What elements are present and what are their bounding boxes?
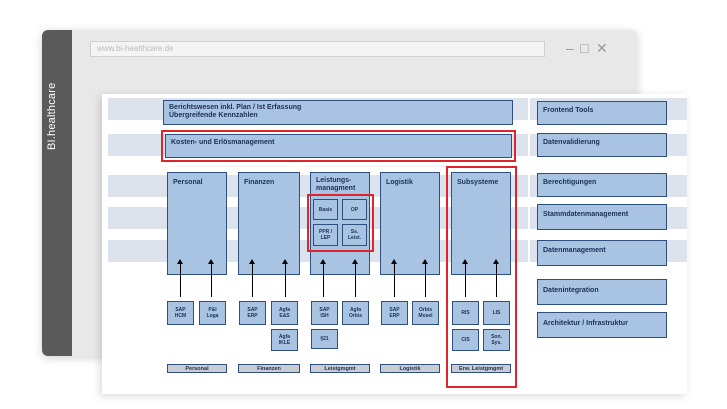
column-logistik-title: Logistik xyxy=(386,179,413,186)
arrow-line xyxy=(252,263,253,297)
column-personal: Personal xyxy=(167,172,227,275)
footer-finanzen: Finanzen xyxy=(238,364,300,373)
right-datenintegration-label: Datenintegration xyxy=(543,287,599,294)
right-datenvalidierung-label: Datenvalidierung xyxy=(543,139,600,146)
brand-logo: BI.healthcare xyxy=(46,82,58,150)
right-frontend-tools: Frontend Tools xyxy=(537,101,667,125)
arrow-up-icon xyxy=(493,259,499,264)
source-sap-ish: SAP ISH xyxy=(311,301,338,325)
maximize-icon[interactable]: □ xyxy=(580,40,588,56)
arrow-line xyxy=(425,263,426,297)
highlight-cost-revenue xyxy=(161,130,516,162)
source-cis: CIS xyxy=(452,329,479,351)
arrow-up-icon xyxy=(352,259,358,264)
arrow-up-icon xyxy=(462,259,468,264)
column-logistik: Logistik xyxy=(380,172,440,275)
arrow-line xyxy=(496,263,497,297)
footer-subsysteme: Erw. Leistgmgmt xyxy=(451,364,511,373)
arrow-line xyxy=(180,263,181,297)
reporting-box: Berichtswesen inkl. Plan / Ist Erfassung… xyxy=(163,100,513,125)
arrow-up-icon xyxy=(177,259,183,264)
arrow-up-icon xyxy=(391,259,397,264)
arrow-line xyxy=(394,263,395,297)
arrow-up-icon xyxy=(249,259,255,264)
right-datenmanagement-label: Datenmanagement xyxy=(543,247,606,254)
right-architektur: Architektur / Infrastruktur xyxy=(537,312,667,338)
reporting-line-1: Berichtswesen inkl. Plan / Ist Erfassung xyxy=(169,104,302,111)
highlight-leistung-modules xyxy=(307,194,374,252)
source-orbis-mosel: Orbis Mosel xyxy=(412,301,439,325)
right-datenvalidierung: Datenvalidierung xyxy=(537,133,667,157)
source-ris: RIS xyxy=(452,301,479,325)
column-leistung-title: Leistungs- managment xyxy=(316,177,356,192)
footer-leistung: Leistgmgmt xyxy=(310,364,370,373)
source-logistik-sap-erp: SAP ERP xyxy=(381,301,408,325)
arrow-line xyxy=(355,263,356,297)
arrow-up-icon xyxy=(208,259,214,264)
source-agfa-orbis: Agfa Orbis xyxy=(342,301,369,325)
right-berechtigungen-label: Berechtigungen xyxy=(543,179,597,186)
source-son-sys: Son. Sys. xyxy=(483,329,510,351)
reporting-line-2: Übergreifende Kennzahlen xyxy=(169,112,258,119)
right-datenintegration: Datenintegration xyxy=(537,279,667,305)
footer-logistik: Logistik xyxy=(380,364,440,373)
source-sap-erp: SAP ERP xyxy=(239,301,266,325)
source-p21: §21 xyxy=(311,329,338,349)
column-finanzen: Finanzen xyxy=(238,172,300,275)
close-icon[interactable]: ✕ xyxy=(596,40,608,56)
arrow-up-icon xyxy=(282,259,288,264)
right-berechtigungen: Berechtigungen xyxy=(537,173,667,197)
footer-personal: Personal xyxy=(167,364,227,373)
arrow-line xyxy=(285,263,286,297)
source-sap-hcm: SAP HCM xyxy=(167,301,194,325)
source-pi-loga: P&I Loga xyxy=(199,301,226,325)
column-finanzen-title: Finanzen xyxy=(244,179,275,186)
address-bar[interactable]: www.bi-healthcare.de xyxy=(90,41,545,57)
arrow-line xyxy=(211,263,212,297)
source-agfa-es: Agfa E&S xyxy=(271,301,298,325)
highlight-subsysteme xyxy=(446,166,517,388)
right-datenmanagement: Datenmanagement xyxy=(537,240,667,266)
arrow-line xyxy=(465,263,466,297)
arrow-up-icon xyxy=(320,259,326,264)
right-stammdatenmanagement: Stammdatenmanagement xyxy=(537,204,667,230)
minimize-icon[interactable]: – xyxy=(566,40,574,56)
column-personal-title: Personal xyxy=(173,179,203,186)
right-architektur-label: Architektur / Infrastruktur xyxy=(543,320,628,327)
source-lis: LIS xyxy=(483,301,510,325)
source-agfa-ikle: Agfa IKLE xyxy=(271,329,298,351)
right-frontend-tools-label: Frontend Tools xyxy=(543,107,594,114)
right-stammdatenmanagement-label: Stammdatenmanagement xyxy=(543,211,629,218)
arrow-up-icon xyxy=(422,259,428,264)
arrow-line xyxy=(323,263,324,297)
